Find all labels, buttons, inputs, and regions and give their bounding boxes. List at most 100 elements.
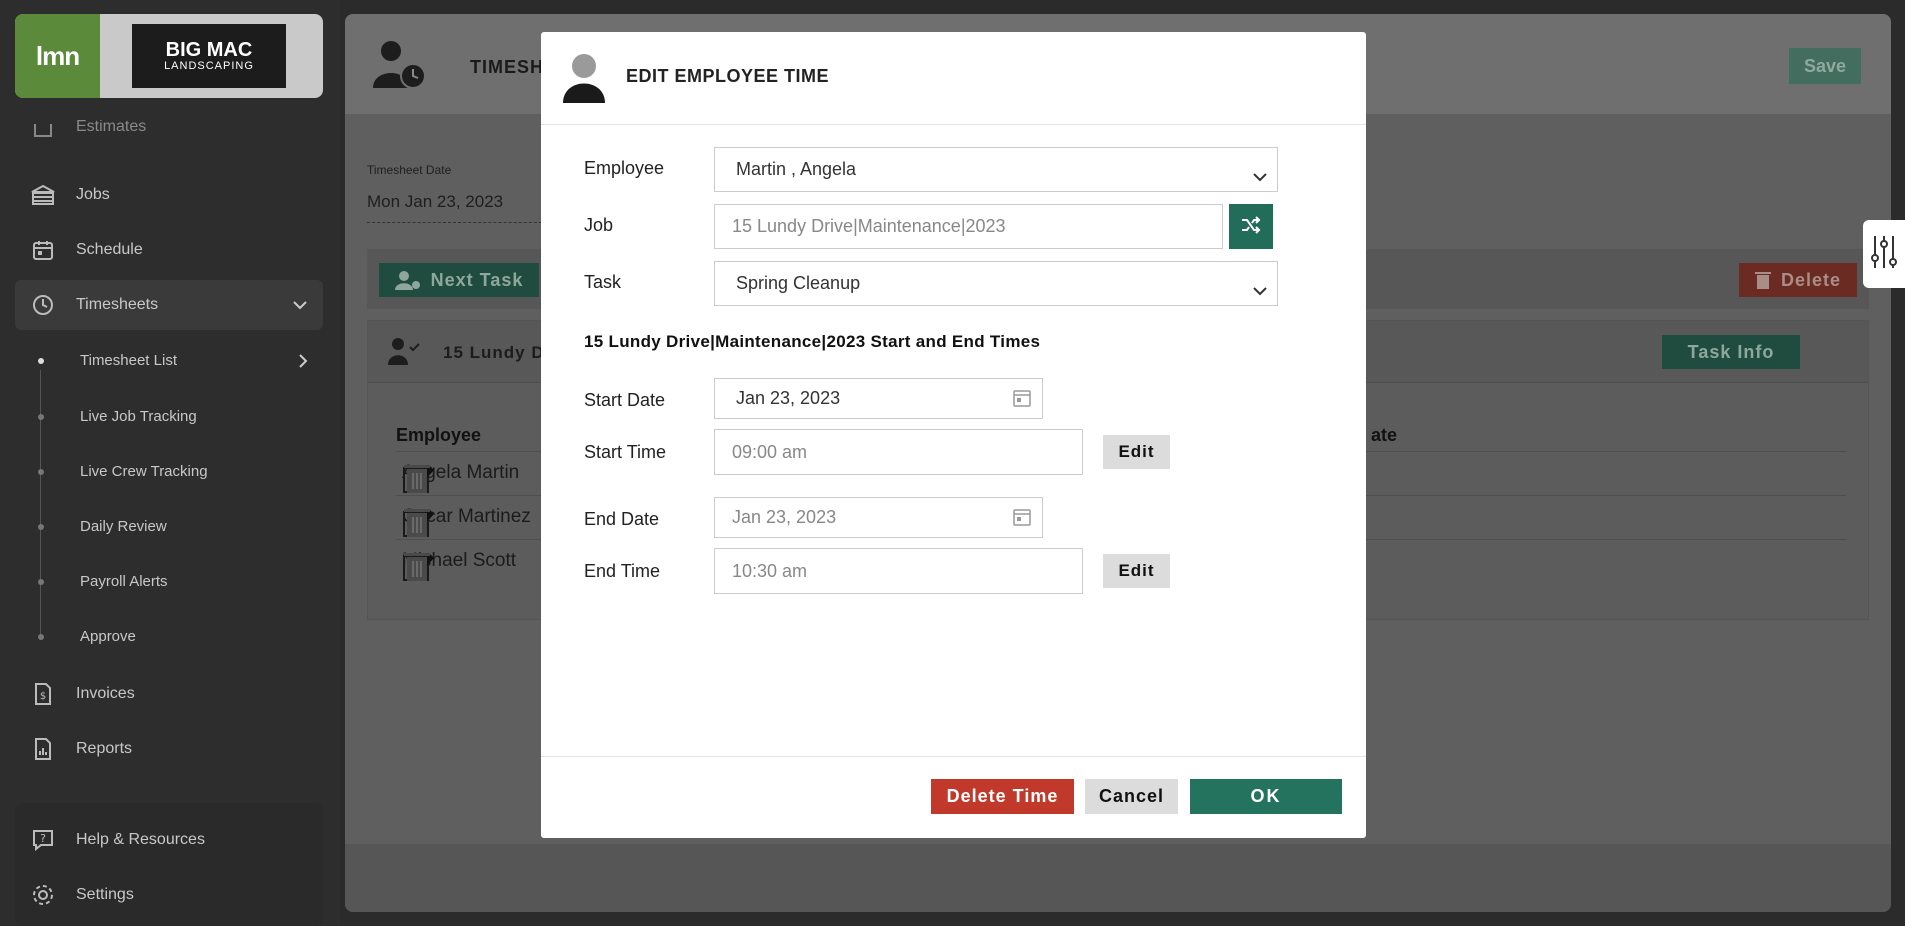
next-task-label: Next Task <box>430 269 524 290</box>
sidebar-item-label: Jobs <box>76 186 110 203</box>
svg-text:$: $ <box>40 691 46 702</box>
calendar-icon[interactable] <box>1012 507 1032 532</box>
sidebar-subitem-approve[interactable]: Approve <box>80 628 136 645</box>
trash-icon[interactable] <box>402 550 432 588</box>
company-logo-bottom: LANDSCAPING <box>164 60 254 72</box>
task-name: 15 Lundy D <box>443 343 545 362</box>
sidebar-subitem-payroll-alerts[interactable]: Payroll Alerts <box>80 573 168 590</box>
end-time-input[interactable]: 10:30 am <box>714 548 1083 594</box>
start-date-input[interactable]: Jan 23, 2023 <box>714 378 1043 419</box>
company-logo-top: BIG MAC <box>165 39 253 61</box>
change-job-button[interactable] <box>1229 204 1273 249</box>
submenu-dot <box>38 634 44 640</box>
sidebar-item-timesheets[interactable]: Timesheets <box>15 280 323 330</box>
chevron-down-icon <box>1253 280 1267 301</box>
company-logo: BIG MAC LANDSCAPING <box>132 24 286 88</box>
employee-value: Martin , Angela <box>736 159 857 179</box>
brand-logos: lmn BIG MAC LANDSCAPING <box>15 14 323 98</box>
sidebar-item-label: Timesheets <box>76 296 159 313</box>
chevron-down-icon <box>1253 166 1267 187</box>
edit-employee-time-dialog: EDIT EMPLOYEE TIME Employee Martin , Ang… <box>541 32 1366 838</box>
submenu-dot <box>38 469 44 475</box>
calendar-icon <box>28 238 58 262</box>
sidebar-item-jobs[interactable]: Jobs <box>15 170 323 220</box>
task-select[interactable]: Spring Cleanup <box>714 261 1278 306</box>
end-date-value: Jan 23, 2023 <box>732 507 837 527</box>
job-input[interactable]: 15 Lundy Drive|Maintenance|2023 <box>714 204 1223 249</box>
submenu-dot <box>38 524 44 530</box>
sidebar-item-label: Invoices <box>76 685 135 702</box>
invoice-icon: $ <box>28 682 58 706</box>
submenu-dot <box>38 414 44 420</box>
dialog-footer: Delete Time Cancel OK <box>541 756 1366 838</box>
save-button[interactable]: Save <box>1789 48 1861 84</box>
sidebar-item-help[interactable]: ? Help & Resources <box>15 815 323 865</box>
task-label: Task <box>584 272 622 292</box>
edit-start-time-button[interactable]: Edit <box>1103 435 1170 469</box>
sidebar-subitem-live-crew-tracking[interactable]: Live Crew Tracking <box>80 463 208 480</box>
lmn-logo-text: lmn <box>35 40 80 71</box>
user-check-icon <box>388 337 422 370</box>
sidebar-subitem-timesheet-list[interactable]: Timesheet List <box>80 352 177 369</box>
page-footer <box>345 844 1891 912</box>
sidebar-item-estimates[interactable]: Estimates <box>15 120 323 150</box>
end-time-label: End Time <box>584 561 661 581</box>
start-time-input[interactable]: 09:00 am <box>714 429 1083 475</box>
employee-label: Employee <box>584 158 665 178</box>
start-date-label: Start Date <box>584 390 666 410</box>
dialog-title: EDIT EMPLOYEE TIME <box>626 66 830 86</box>
filter-settings-tab[interactable] <box>1863 220 1905 288</box>
sliders-icon <box>1870 234 1898 275</box>
help-icon: ? <box>28 828 58 852</box>
sidebar-subitem-live-job-tracking[interactable]: Live Job Tracking <box>80 408 197 425</box>
sidebar-item-schedule[interactable]: Schedule <box>15 225 323 275</box>
start-date-value: Jan 23, 2023 <box>736 388 841 408</box>
edit-end-time-button[interactable]: Edit <box>1103 554 1170 588</box>
sidebar-item-label: Estimates <box>76 120 147 135</box>
reports-icon <box>28 737 58 761</box>
chevron-right-icon[interactable] <box>296 352 310 375</box>
timesheet-date-label: Timesheet Date <box>367 163 452 177</box>
lmn-logo[interactable]: lmn <box>15 14 100 98</box>
estimates-icon <box>28 123 58 147</box>
sidebar-item-reports[interactable]: Reports <box>15 724 323 774</box>
submenu-line <box>40 370 41 640</box>
sidebar-item-settings[interactable]: Settings <box>15 870 323 920</box>
sidebar-item-label: Help & Resources <box>76 831 205 848</box>
sidebar-item-invoices[interactable]: $ Invoices <box>15 669 323 719</box>
clock-icon <box>28 293 58 317</box>
user-avatar-icon <box>563 53 605 108</box>
sidebar: lmn BIG MAC LANDSCAPING Estimates Jobs S… <box>0 0 340 926</box>
start-time-value: 09:00 am <box>732 441 808 462</box>
ok-button[interactable]: OK <box>1190 779 1342 814</box>
end-date-input[interactable]: Jan 23, 2023 <box>714 497 1043 538</box>
task-info-button[interactable]: Task Info <box>1662 335 1800 369</box>
delete-time-button[interactable]: Delete Time <box>931 779 1074 814</box>
calendar-icon[interactable] <box>1012 388 1032 413</box>
timesheet-user-icon <box>371 38 431 97</box>
delete-label: Delete <box>1780 269 1842 290</box>
submenu-dot <box>38 579 44 585</box>
start-time-label: Start Time <box>584 442 667 462</box>
next-task-button[interactable]: Next Task <box>379 263 539 297</box>
delete-button[interactable]: Delete <box>1739 263 1857 297</box>
dialog-header: EDIT EMPLOYEE TIME <box>541 32 1366 125</box>
job-value: 15 Lundy Drive|Maintenance|2023 <box>732 216 1006 236</box>
sidebar-item-label: Reports <box>76 740 133 757</box>
jobs-icon <box>28 183 58 207</box>
job-label: Job <box>584 215 614 235</box>
sidebar-item-label: Settings <box>76 886 134 903</box>
sidebar-item-label: Schedule <box>76 241 143 258</box>
end-date-label: End Date <box>584 509 660 529</box>
svg-text:?: ? <box>40 832 46 845</box>
timesheet-date-value[interactable]: Mon Jan 23, 2023 <box>367 192 547 223</box>
chevron-down-icon[interactable] <box>291 296 309 319</box>
shuffle-icon <box>1241 216 1261 237</box>
cancel-button[interactable]: Cancel <box>1085 779 1178 814</box>
add-user-icon <box>394 270 421 290</box>
gear-icon <box>28 883 58 907</box>
sidebar-subitem-daily-review[interactable]: Daily Review <box>80 518 167 535</box>
employee-column-header: Employee <box>396 425 482 445</box>
trash-icon <box>1754 271 1771 289</box>
employee-select[interactable]: Martin , Angela <box>714 147 1278 192</box>
